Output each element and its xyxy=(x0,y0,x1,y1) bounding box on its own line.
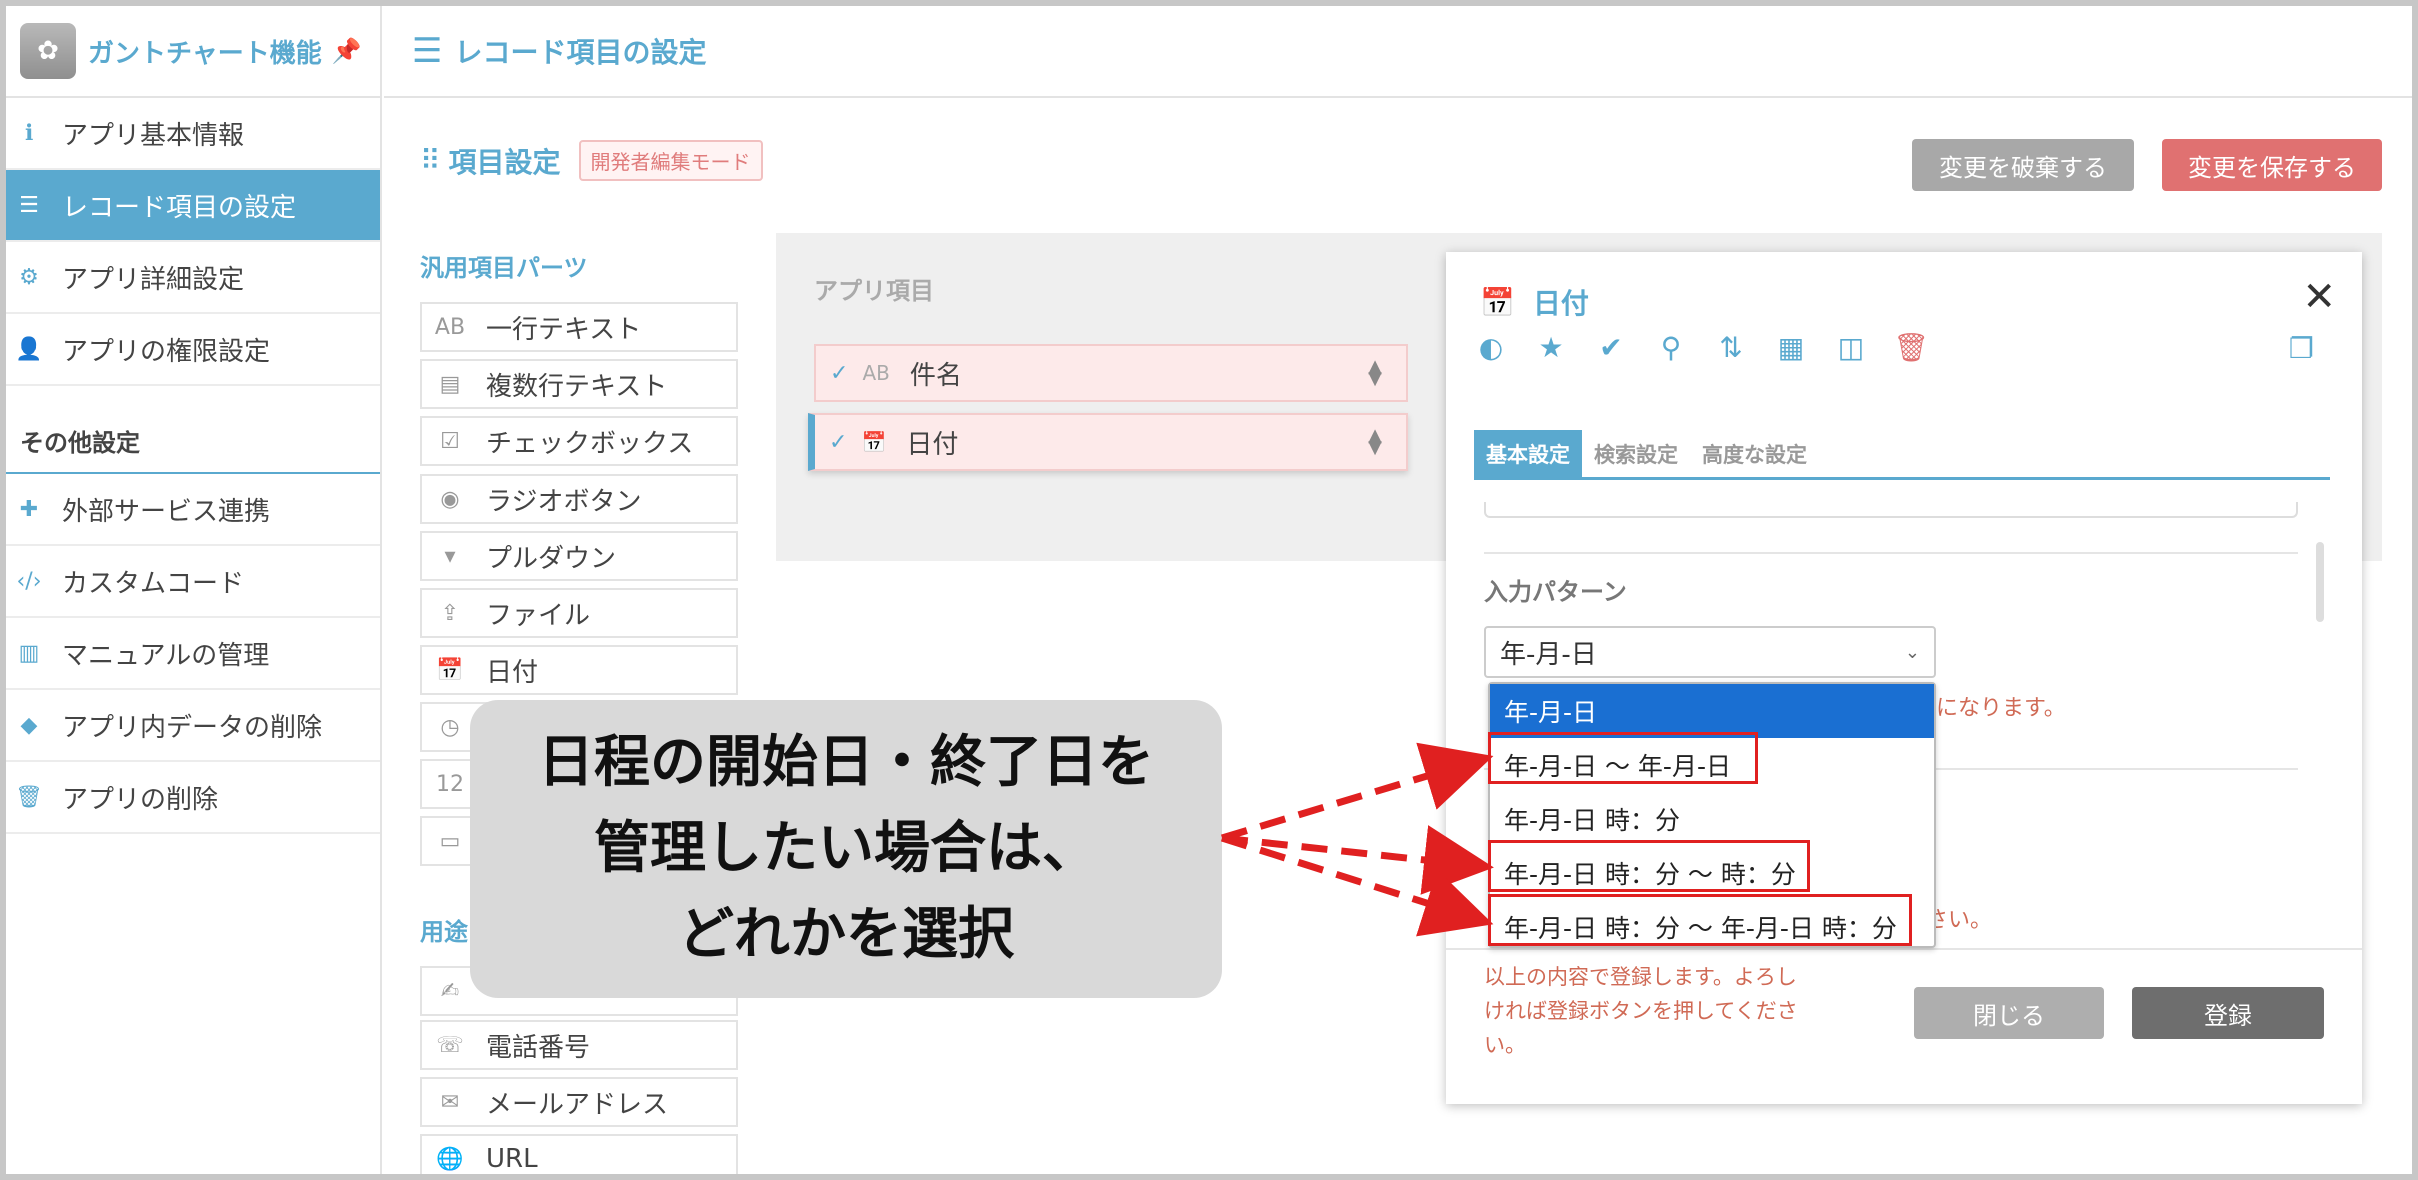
annotation-arrows xyxy=(1220,742,1494,937)
arrow xyxy=(1220,742,1494,842)
